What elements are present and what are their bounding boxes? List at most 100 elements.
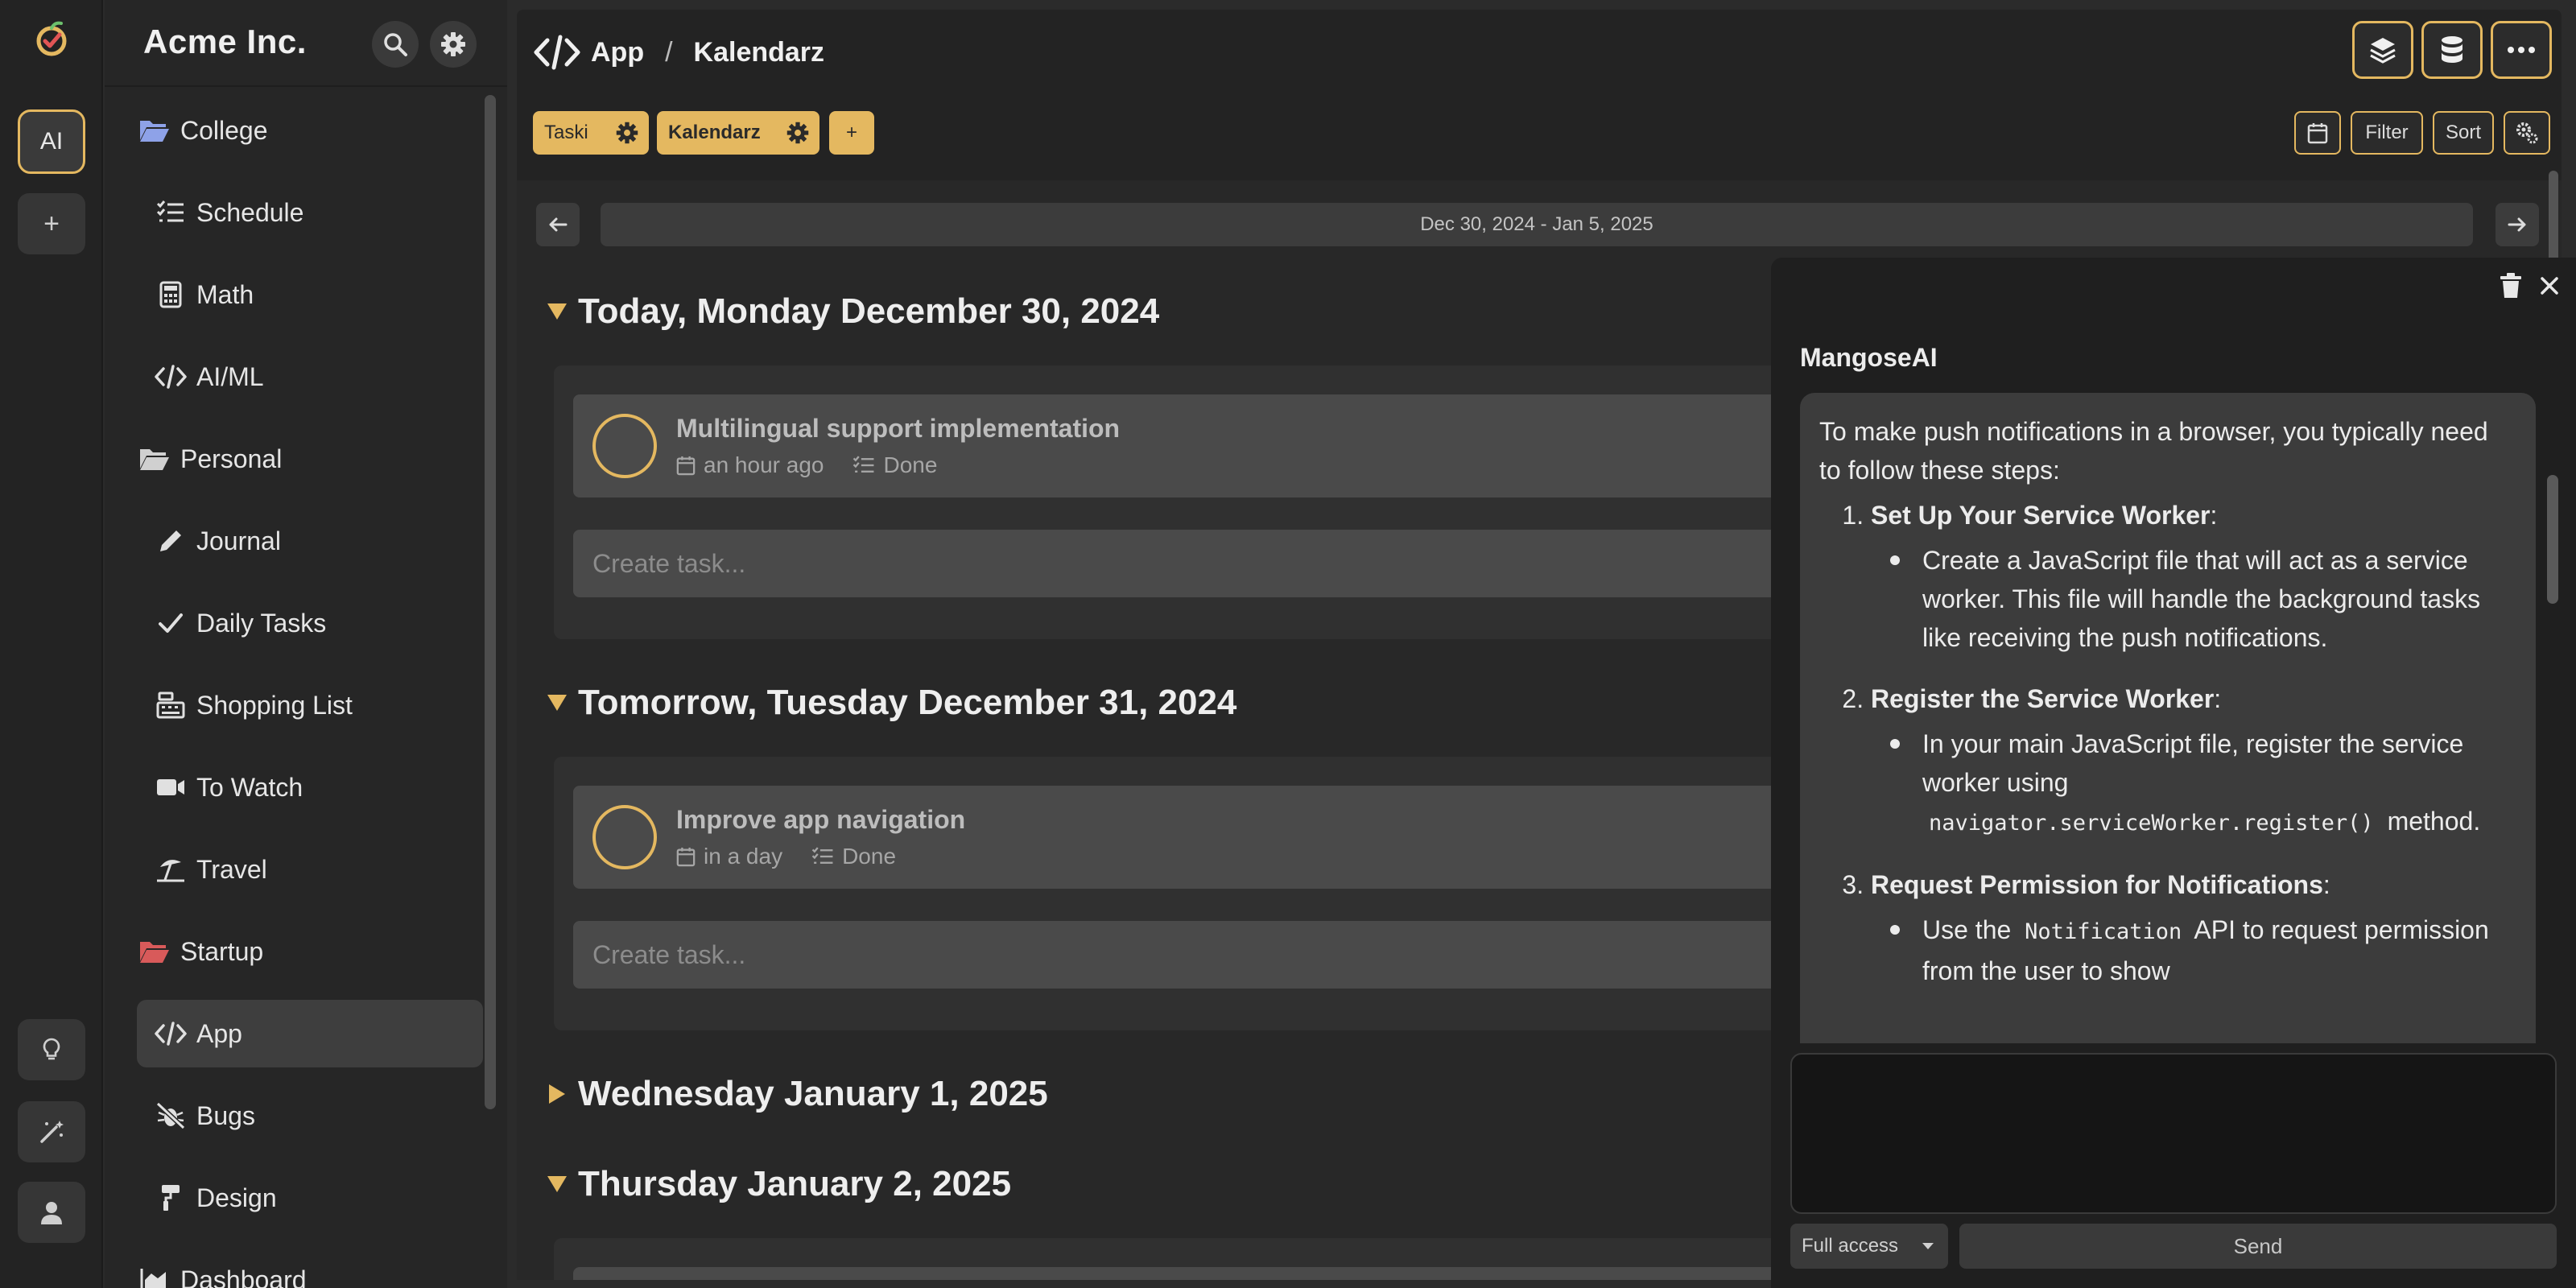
- gear-icon[interactable]: [615, 121, 639, 145]
- tab-kalendarz[interactable]: Kalendarz: [657, 111, 819, 155]
- caret-down-icon: [547, 1176, 567, 1192]
- code-snippet: navigator.serviceWorker.register(): [1929, 811, 2374, 836]
- sidebar-item-startup[interactable]: Startup: [137, 918, 483, 985]
- sidebar-item-design[interactable]: Design: [137, 1164, 483, 1232]
- sidebar-item-app[interactable]: App: [137, 1000, 483, 1067]
- close-icon[interactable]: [2539, 275, 2560, 296]
- task-complete-toggle[interactable]: [592, 414, 657, 478]
- step-item: Request Permission for Notifications: Us…: [1871, 865, 2516, 990]
- step-bullet: In your main JavaScript file, register t…: [1871, 724, 2516, 843]
- sidebar-item-label: AI/ML: [196, 361, 264, 391]
- task-meta: an hour ago Done: [676, 452, 966, 478]
- previous-week-button[interactable]: [536, 203, 580, 246]
- sidebar-item-journal[interactable]: Journal: [137, 507, 483, 575]
- add-tab-button[interactable]: +: [829, 111, 874, 155]
- step-bullet: Use the Notification API to request perm…: [1871, 910, 2516, 990]
- view-settings-button[interactable]: [2504, 111, 2550, 155]
- sidebar-item-math[interactable]: Math: [137, 261, 483, 328]
- caret-down-icon: [547, 695, 567, 711]
- more-button[interactable]: [2491, 21, 2552, 79]
- check-icon: [153, 605, 188, 641]
- breadcrumb-current: Kalendarz: [693, 36, 825, 68]
- gear-icon[interactable]: [786, 121, 810, 145]
- bullet-text: Use the: [1922, 915, 2012, 944]
- cash-register-icon: [153, 687, 188, 723]
- assistant-message: To make push notifications in a browser,…: [1800, 393, 2536, 1043]
- sidebar-item-ai-ml[interactable]: AI/ML: [137, 343, 483, 411]
- checklist-icon: [853, 456, 874, 473]
- database-button[interactable]: [2421, 21, 2483, 79]
- day-header[interactable]: Wednesday January 1, 2025: [546, 1074, 1048, 1114]
- sidebar-item-college[interactable]: College: [137, 97, 483, 164]
- logo-icon[interactable]: [32, 19, 71, 58]
- tips-button[interactable]: [18, 1019, 85, 1080]
- pencil-icon: [153, 523, 188, 559]
- search-button[interactable]: [372, 21, 419, 68]
- layers-button[interactable]: [2352, 21, 2413, 79]
- user-icon: [41, 1202, 62, 1224]
- sidebar-item-label: Daily Tasks: [196, 608, 327, 638]
- chat-input[interactable]: [1790, 1053, 2557, 1214]
- next-week-button[interactable]: [2496, 203, 2539, 246]
- step-suffix: :: [2214, 684, 2222, 713]
- chart-area-icon: [137, 1262, 172, 1288]
- sidebar-item-shopping-list[interactable]: Shopping List: [137, 671, 483, 739]
- sidebar-item-bugs[interactable]: Bugs: [137, 1082, 483, 1150]
- lightbulb-icon: [43, 1038, 60, 1060]
- assistant-name: MangoseAI: [1800, 343, 1938, 372]
- sidebar-item-label: Personal: [180, 444, 283, 473]
- sidebar-item-daily-tasks[interactable]: Daily Tasks: [137, 589, 483, 657]
- sidebar-item-label: College: [180, 115, 268, 145]
- date-range-label[interactable]: Dec 30, 2024 - Jan 5, 2025: [601, 203, 2473, 246]
- magic-button[interactable]: [18, 1101, 85, 1162]
- sidebar-item-label: Shopping List: [196, 690, 353, 720]
- step-bullet: Create a JavaScript file that will act a…: [1871, 541, 2516, 657]
- chat-scrollbar[interactable]: [2547, 475, 2558, 604]
- gears-icon: [2516, 122, 2538, 144]
- day-header[interactable]: Today, Monday December 30, 2024: [546, 291, 1159, 332]
- day-heading: Today, Monday December 30, 2024: [578, 291, 1160, 331]
- workspace-title: Acme Inc.: [143, 23, 307, 60]
- task-status: Done: [883, 452, 938, 477]
- day-heading: Tomorrow, Tuesday December 31, 2024: [578, 683, 1237, 722]
- sidebar-item-to-watch[interactable]: To Watch: [137, 753, 483, 821]
- sidebar-item-label: Dashboard: [180, 1265, 307, 1288]
- filter-button[interactable]: Filter: [2351, 111, 2423, 155]
- step-suffix: :: [2322, 870, 2330, 899]
- sidebar-item-label: Journal: [196, 526, 281, 555]
- trash-icon[interactable]: [2499, 272, 2523, 299]
- sort-button[interactable]: Sort: [2433, 111, 2494, 155]
- tab-label: Kalendarz: [668, 122, 761, 143]
- sidebar-item-personal[interactable]: Personal: [137, 425, 483, 493]
- add-workspace-button[interactable]: +: [18, 193, 85, 254]
- layers-icon: [2370, 38, 2396, 64]
- settings-button[interactable]: [430, 21, 477, 68]
- task-status: Done: [842, 844, 897, 869]
- sidebar-item-dashboard[interactable]: Dashboard: [137, 1246, 483, 1288]
- sidebar-item-label: Design: [196, 1183, 277, 1212]
- sidebar-item-schedule[interactable]: Schedule: [137, 179, 483, 246]
- profile-button[interactable]: [18, 1182, 85, 1243]
- message-intro: To make push notifications in a browser,…: [1819, 417, 2488, 485]
- sidebar-item-label: Startup: [180, 936, 264, 966]
- app-rail: AI +: [0, 0, 103, 1288]
- step-title: Set Up Your Service Worker: [1871, 501, 2211, 530]
- step-title: Request Permission for Notifications: [1871, 870, 2323, 899]
- sidebar: Acme Inc. College Schedule Math AI/ML Pe…: [105, 0, 507, 1288]
- ai-workspace-button[interactable]: AI: [18, 109, 85, 174]
- sidebar-scrollbar[interactable]: [485, 95, 496, 1109]
- task-complete-toggle[interactable]: [592, 805, 657, 869]
- breadcrumb-root[interactable]: App: [591, 37, 644, 68]
- day-header[interactable]: Tomorrow, Tuesday December 31, 2024: [546, 683, 1236, 723]
- access-level-select[interactable]: Full access: [1790, 1224, 1948, 1269]
- database-icon: [2442, 36, 2462, 63]
- date-picker-button[interactable]: [2294, 111, 2341, 155]
- bullet-text: In your main JavaScript file, register t…: [1922, 729, 2464, 797]
- send-button[interactable]: Send: [1959, 1224, 2557, 1269]
- task-title: Improve app navigation: [676, 805, 966, 834]
- arrow-left-icon: [549, 217, 568, 232]
- sidebar-item-label: Math: [196, 279, 254, 309]
- sidebar-item-travel[interactable]: Travel: [137, 836, 483, 903]
- day-header[interactable]: Thursday January 2, 2025: [546, 1164, 1011, 1204]
- tab-taski[interactable]: Taski: [533, 111, 649, 155]
